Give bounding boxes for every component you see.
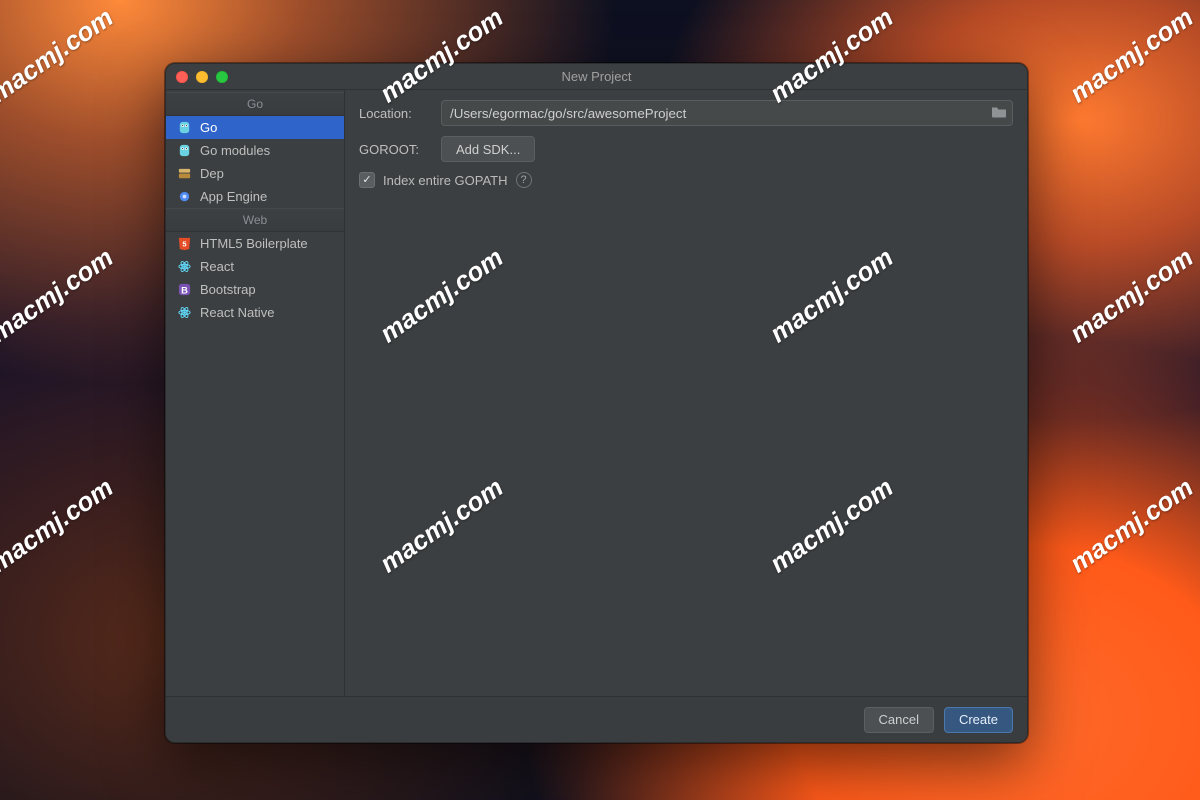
sidebar-item-html5[interactable]: 5 HTML5 Boilerplate [166, 232, 344, 255]
sidebar-section-go: Go [166, 92, 344, 116]
sidebar-item-label: React Native [200, 305, 274, 320]
dialog-body: Go Go Go modules Dep [166, 90, 1027, 696]
help-icon[interactable]: ? [516, 172, 532, 188]
goroot-row: GOROOT: Add SDK... [359, 136, 1013, 162]
cancel-label: Cancel [879, 712, 919, 727]
gopher-icon [176, 120, 192, 136]
project-templates-sidebar: Go Go Go modules Dep [166, 90, 345, 696]
sidebar-item-react[interactable]: React [166, 255, 344, 278]
cancel-button[interactable]: Cancel [864, 707, 934, 733]
sidebar-section-web: Web [166, 208, 344, 232]
dialog-footer: Cancel Create [166, 696, 1027, 742]
browse-folder-icon[interactable] [991, 105, 1007, 122]
create-label: Create [959, 712, 998, 727]
location-row: Location: [359, 100, 1013, 126]
sidebar-item-dep[interactable]: Dep [166, 162, 344, 185]
index-gopath-checkbox[interactable]: ✓ [359, 172, 375, 188]
bootstrap-icon: B [176, 282, 192, 298]
sidebar-item-label: Dep [200, 166, 224, 181]
window-title: New Project [166, 69, 1027, 84]
sidebar-item-app-engine[interactable]: App Engine [166, 185, 344, 208]
sidebar-item-label: Bootstrap [200, 282, 256, 297]
goroot-label: GOROOT: [359, 142, 431, 157]
html5-icon: 5 [176, 236, 192, 252]
react-icon [176, 305, 192, 321]
sidebar-item-label: HTML5 Boilerplate [200, 236, 308, 251]
sidebar-item-label: React [200, 259, 234, 274]
add-sdk-label: Add SDK... [456, 142, 520, 157]
sidebar-item-go[interactable]: Go [166, 116, 344, 139]
index-gopath-label: Index entire GOPATH [383, 173, 508, 188]
gopher-icon [176, 143, 192, 159]
sidebar-item-label: Go [200, 120, 217, 135]
sidebar-item-label: Go modules [200, 143, 270, 158]
form-panel: Location: GOROOT: Add SDK... ✓ Index ent… [345, 90, 1027, 696]
location-input[interactable] [441, 100, 1013, 126]
index-gopath-row: ✓ Index entire GOPATH ? [359, 172, 1013, 188]
sidebar-item-react-native[interactable]: React Native [166, 301, 344, 324]
new-project-dialog: New Project Go Go Go modules [165, 63, 1028, 743]
sidebar-item-label: App Engine [200, 189, 267, 204]
sidebar-item-bootstrap[interactable]: B Bootstrap [166, 278, 344, 301]
svg-text:5: 5 [182, 239, 186, 248]
add-sdk-button[interactable]: Add SDK... [441, 136, 535, 162]
titlebar: New Project [166, 64, 1027, 90]
create-button[interactable]: Create [944, 707, 1013, 733]
svg-text:B: B [181, 285, 188, 295]
appengine-icon [176, 189, 192, 205]
location-label: Location: [359, 106, 431, 121]
react-icon [176, 259, 192, 275]
dep-icon [176, 166, 192, 182]
sidebar-item-go-modules[interactable]: Go modules [166, 139, 344, 162]
